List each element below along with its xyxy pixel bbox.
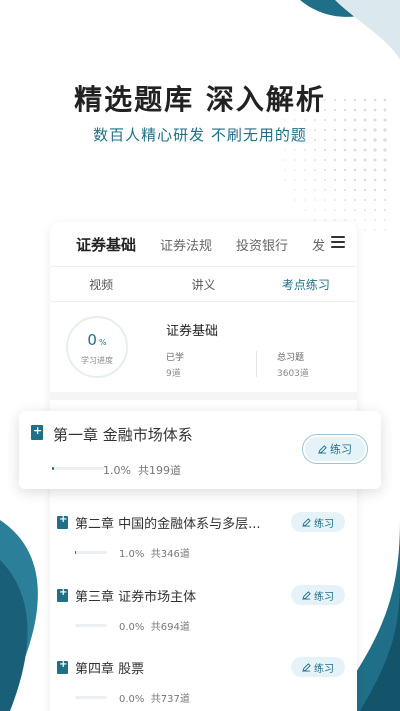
total-stat: 总习题 3603道 bbox=[277, 353, 309, 379]
chapter-progress-bar bbox=[52, 467, 104, 470]
chapter-stat: 0.0% 共737道 bbox=[119, 694, 190, 705]
page-headline: 精选题库 深入解析 bbox=[74, 83, 326, 116]
study-summary: 0% 学习进度 证券基础 已学 9道 总习题 3603道 bbox=[50, 302, 357, 392]
bookmark-plus-icon bbox=[31, 424, 43, 440]
subtab-video[interactable]: 视频 bbox=[50, 276, 152, 293]
pencil-icon bbox=[318, 444, 327, 454]
progress-ring: 0% 学习进度 bbox=[66, 316, 128, 378]
tab-securities-basics[interactable]: 证券基础 bbox=[76, 234, 136, 255]
list-item[interactable]: 第四章 股票 0.0% 共737道 练习 bbox=[50, 653, 357, 711]
chapter-stat: 1.0% 共199道 bbox=[103, 464, 181, 477]
bookmark-plus-icon bbox=[57, 514, 68, 529]
list-item[interactable]: 第二章 中国的金融体系与多层... 1.0% 共346道 练习 bbox=[50, 508, 357, 578]
practice-button[interactable]: 练习 bbox=[291, 512, 345, 532]
chapter-title: 第二章 中国的金融体系与多层... bbox=[75, 517, 261, 532]
tab-investment-banking[interactable]: 投资银行 bbox=[236, 235, 288, 254]
page-subline: 数百人精心研发 不刷无用的题 bbox=[93, 126, 307, 144]
progress-value: 0% bbox=[87, 331, 107, 349]
chapter-stat: 1.0% 共346道 bbox=[119, 549, 190, 560]
pencil-icon bbox=[302, 517, 311, 527]
subtab-practice[interactable]: 考点练习 bbox=[255, 276, 357, 293]
chapter-title: 第三章 证券市场主体 bbox=[75, 590, 197, 605]
progress-label: 学习进度 bbox=[81, 356, 113, 365]
tab-partial[interactable]: 发 bbox=[312, 235, 325, 254]
chapter-progress-bar bbox=[75, 696, 107, 699]
pencil-icon bbox=[302, 662, 311, 672]
tab-securities-law[interactable]: 证券法规 bbox=[160, 235, 212, 254]
content-subtab-bar: 视频 讲义 考点练习 bbox=[50, 266, 357, 302]
chapter-title: 第四章 股票 bbox=[75, 662, 145, 677]
featured-chapter-item[interactable]: 第一章 金融市场体系 1.0% 共199道 练习 bbox=[19, 411, 381, 489]
stat-divider bbox=[256, 351, 257, 377]
chapter-title: 第一章 金融市场体系 bbox=[53, 426, 193, 444]
practice-button[interactable]: 练习 bbox=[291, 585, 345, 605]
list-item[interactable]: 第三章 证券市场主体 0.0% 共694道 练习 bbox=[50, 581, 357, 651]
chapter-progress-bar bbox=[75, 551, 107, 554]
chapter-stat: 0.0% 共694道 bbox=[119, 622, 190, 633]
summary-title: 证券基础 bbox=[166, 324, 219, 339]
learned-stat: 已学 9道 bbox=[166, 353, 185, 379]
bookmark-plus-icon bbox=[57, 659, 68, 674]
chapter-progress-bar bbox=[75, 624, 107, 627]
practice-button[interactable]: 练习 bbox=[303, 435, 367, 463]
chapter-progress-fill bbox=[52, 467, 55, 470]
practice-button[interactable]: 练习 bbox=[291, 657, 345, 677]
chapter-progress-fill bbox=[75, 551, 77, 554]
subject-tab-bar: 证券基础 证券法规 投资银行 发 bbox=[50, 222, 357, 266]
section-gap bbox=[50, 392, 357, 400]
menu-icon[interactable] bbox=[331, 236, 345, 250]
subtab-handout[interactable]: 讲义 bbox=[152, 276, 254, 293]
pencil-icon bbox=[302, 590, 311, 600]
bookmark-plus-icon bbox=[57, 587, 68, 602]
